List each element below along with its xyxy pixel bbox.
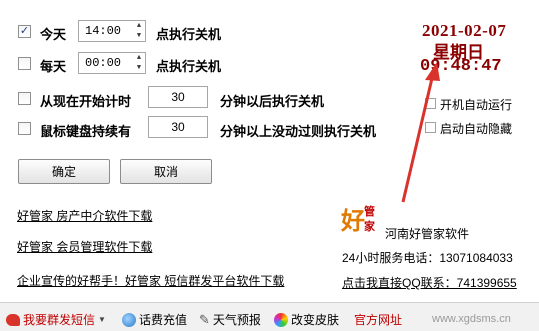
today-time-value: 14:00 [85,24,122,38]
footer-sms[interactable]: 我要群发短信 ▼ [6,311,106,328]
countdown-minutes-input[interactable]: 30 [148,86,208,108]
footer-skin[interactable]: 改变皮肤 [274,311,339,328]
spin-down-icon[interactable]: ▼ [137,32,141,40]
today-time-input[interactable]: 14:00 ▲ ▼ [78,20,146,42]
everyday-checkbox[interactable] [18,57,31,70]
today-time-spinner[interactable]: ▲ ▼ [134,22,144,40]
checkmark-icon: ✓ [19,25,30,37]
idle-suffix: 分钟以上没动过则执行关机 [220,124,377,139]
spin-up-icon[interactable]: ▲ [137,54,141,62]
footer-weather-label: 天气预报 [212,313,261,327]
globe-icon [122,312,136,327]
idle-minutes-input[interactable]: 30 [148,116,208,138]
company-logo: 好 管 家 [341,206,375,235]
weather-icon: ✎ [199,311,210,327]
countdown-suffix: 分钟以后执行关机 [220,94,325,109]
footer-website-label: 官方网址 [354,313,403,327]
footer-skin-label: 改变皮肤 [291,313,340,327]
autohide-label: 启动自动隐藏 [440,122,513,136]
footer-recharge[interactable]: 话费充值 [122,311,187,328]
footer-website[interactable]: 官方网址 [354,311,402,328]
today-checkbox[interactable]: ✓ [18,25,31,38]
watermark-url: www.xgdsms.cn [432,313,511,325]
countdown-label: 从现在开始计时 [40,94,132,109]
dropdown-arrow-icon[interactable]: ▼ [98,315,106,324]
spin-down-icon[interactable]: ▼ [137,64,141,72]
idle-label: 鼠标键盘持续有 [40,124,132,139]
link-member-software[interactable]: 好管家 会员管理软件下载 [17,238,152,255]
company-name: 河南好管家软件 [385,227,470,241]
footer-sms-label: 我要群发短信 [23,313,96,327]
everyday-time-input[interactable]: 00:00 ▲ ▼ [78,52,146,74]
footer-recharge-label: 话费充值 [139,313,188,327]
idle-checkbox[interactable] [18,122,31,135]
qq-contact-link[interactable]: 点击我直接QQ联系：741399655 [342,274,517,291]
footer-weather[interactable]: ✎ 天气预报 [199,311,261,328]
palette-icon [274,312,288,327]
everyday-suffix: 点执行关机 [156,59,222,74]
annotation-arrow [401,62,440,203]
cancel-button[interactable]: 取消 [120,159,212,184]
spin-up-icon[interactable]: ▲ [137,22,141,30]
today-suffix: 点执行关机 [156,27,222,42]
countdown-checkbox[interactable] [18,92,31,105]
company-phone: 24小时服务电话：13071084033 [342,251,513,265]
everyday-label: 每天 [40,59,67,74]
link-realestate-software[interactable]: 好管家 房产中介软件下载 [17,207,152,224]
ok-button[interactable]: 确定 [18,159,110,184]
link-sms-software[interactable]: 企业宣传的好帮手！好管家 短信群发平台软件下载 [17,272,284,289]
footer-bar: 我要群发短信 ▼ 话费充值 ✎ 天气预报 改变皮肤 官方网址 www.xgdsm… [0,302,539,331]
autorun-label: 开机自动运行 [440,98,513,112]
today-label: 今天 [40,27,67,42]
everyday-time-spinner[interactable]: ▲ ▼ [134,54,144,72]
everyday-time-value: 00:00 [85,56,122,70]
sms-icon [6,313,20,326]
